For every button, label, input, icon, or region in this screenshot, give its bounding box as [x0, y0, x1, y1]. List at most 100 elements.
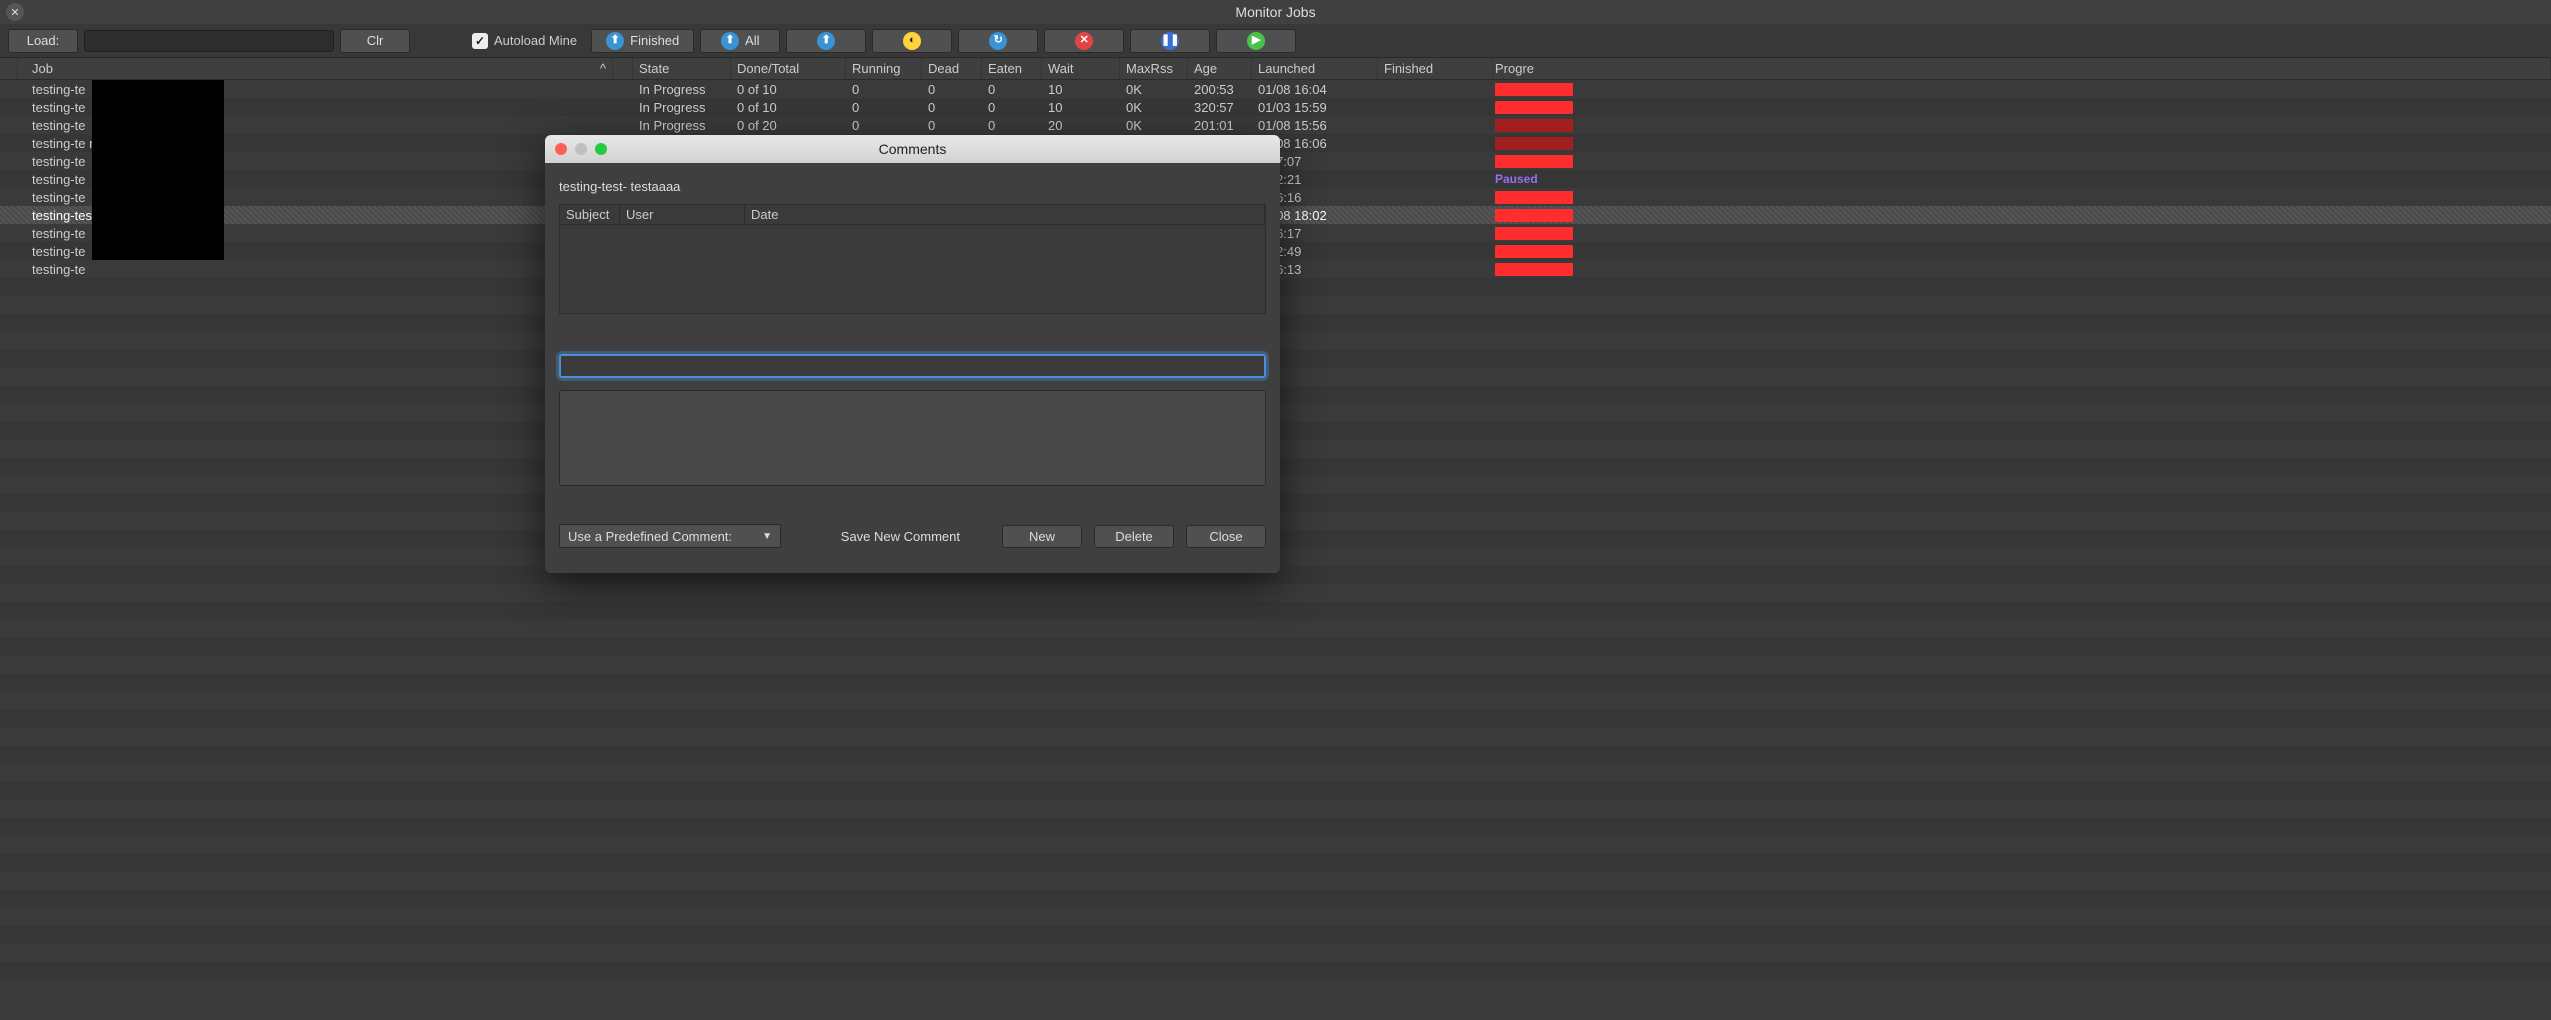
- table-header: Job ^ State Done/Total Running Dead Eate…: [0, 58, 2551, 80]
- col-subject[interactable]: Subject: [560, 205, 620, 224]
- col-date[interactable]: Date: [745, 205, 1265, 224]
- progress-bar: [1495, 227, 1573, 240]
- cell: testing-te: [18, 262, 613, 277]
- empty-row: [0, 836, 2551, 854]
- cell: In Progress: [633, 82, 731, 97]
- cell: 01/08 16:04: [1252, 82, 1378, 97]
- play-button[interactable]: ▶: [1216, 29, 1296, 53]
- empty-row: [0, 800, 2551, 818]
- table-row[interactable]: testing-teIn Progress0 of 10000100K320:5…: [0, 98, 2551, 116]
- cell: 0: [982, 100, 1042, 115]
- progress-bar: [1495, 209, 1573, 222]
- refresh-button[interactable]: ↻: [958, 29, 1038, 53]
- load-button[interactable]: Load:: [8, 29, 78, 53]
- subject-input[interactable]: [559, 354, 1266, 378]
- progress-cell: [1493, 119, 2551, 132]
- empty-row: [0, 890, 2551, 908]
- empty-row: [0, 854, 2551, 872]
- cell: 0: [846, 118, 922, 133]
- gutter-header: [0, 58, 18, 79]
- col-finished[interactable]: Finished: [1378, 58, 1493, 79]
- window-titlebar: ✕ Monitor Jobs: [0, 0, 2551, 24]
- empty-row: [0, 926, 2551, 944]
- cell: 201:01: [1188, 118, 1252, 133]
- progress-cell: [1493, 209, 2551, 222]
- cell: 200:53: [1188, 82, 1252, 97]
- upload-icon: ⬆: [817, 32, 835, 50]
- empty-row: [0, 944, 2551, 962]
- empty-row: [0, 818, 2551, 836]
- cell: 320:57: [1188, 100, 1252, 115]
- col-maxrss[interactable]: MaxRss: [1120, 58, 1188, 79]
- dialog-titlebar[interactable]: Comments: [545, 135, 1280, 163]
- empty-row: [0, 962, 2551, 980]
- col-done[interactable]: Done/Total: [731, 58, 846, 79]
- chevron-down-icon: ▼: [762, 531, 772, 542]
- progress-cell: [1493, 155, 2551, 168]
- col-progress[interactable]: Progre: [1493, 58, 2551, 79]
- cell: 20: [1042, 118, 1120, 133]
- col-dead[interactable]: Dead: [922, 58, 982, 79]
- cell: 0: [982, 82, 1042, 97]
- cell: 01/03 15:59: [1252, 100, 1378, 115]
- clr-button[interactable]: Clr: [340, 29, 410, 53]
- pacman-icon: ◐: [903, 32, 921, 50]
- pause-button[interactable]: ❚❚: [1130, 29, 1210, 53]
- cell: 0: [982, 118, 1042, 133]
- cell: 0K: [1120, 82, 1188, 97]
- progress-cell: [1493, 83, 2551, 96]
- col-launched[interactable]: Launched: [1252, 58, 1378, 79]
- refresh-icon: ↻: [989, 32, 1007, 50]
- close-button[interactable]: Close: [1186, 525, 1266, 548]
- paused-label: Paused: [1495, 172, 1538, 186]
- cell: 0K: [1120, 118, 1188, 133]
- comment-textarea[interactable]: [559, 390, 1266, 486]
- empty-row: [0, 710, 2551, 728]
- col-age[interactable]: Age: [1188, 58, 1252, 79]
- progress-bar: [1495, 83, 1573, 96]
- upload-icon: ⬆: [606, 32, 624, 50]
- autoload-checkbox[interactable]: ✓: [472, 33, 488, 49]
- col-running[interactable]: Running: [846, 58, 922, 79]
- cell: 0: [922, 118, 982, 133]
- empty-row: [0, 764, 2551, 782]
- pacman-button[interactable]: ◐: [872, 29, 952, 53]
- kill-button[interactable]: ✕: [1044, 29, 1124, 53]
- comments-list[interactable]: [559, 224, 1266, 314]
- col-job[interactable]: Job ^: [18, 58, 613, 79]
- play-icon: ▶: [1247, 32, 1265, 50]
- progress-cell: [1493, 101, 2551, 114]
- blue-action-button[interactable]: ⬆: [786, 29, 866, 53]
- progress-bar: [1495, 137, 1573, 150]
- progress-bar: [1495, 191, 1573, 204]
- pause-icon: ❚❚: [1161, 32, 1179, 50]
- cell: 0 of 10: [731, 100, 846, 115]
- save-new-comment-button[interactable]: Save New Comment: [841, 529, 960, 544]
- col-user[interactable]: User: [620, 205, 745, 224]
- cell: In Progress: [633, 100, 731, 115]
- col-state[interactable]: State: [633, 58, 731, 79]
- progress-bar: [1495, 245, 1573, 258]
- empty-row: [0, 908, 2551, 926]
- empty-row: [0, 746, 2551, 764]
- new-button[interactable]: New: [1002, 525, 1082, 548]
- x-icon: ✕: [1075, 32, 1093, 50]
- table-row[interactable]: testing-teIn Progress0 of 10000100K200:5…: [0, 80, 2551, 98]
- col-blank[interactable]: [613, 58, 633, 79]
- load-input[interactable]: [84, 30, 334, 52]
- window-title: Monitor Jobs: [0, 4, 2551, 20]
- finished-button[interactable]: ⬆ Finished: [591, 29, 694, 53]
- comments-dialog: Comments testing-test- testaaaa Subject …: [545, 135, 1280, 573]
- cell: 01/08 15:56: [1252, 118, 1378, 133]
- col-eaten[interactable]: Eaten: [982, 58, 1042, 79]
- table-row[interactable]: testing-teIn Progress0 of 20000200K201:0…: [0, 116, 2551, 134]
- dialog-jobname: testing-test- testaaaa: [559, 173, 1266, 204]
- sort-indicator-icon: ^: [600, 61, 606, 76]
- delete-button[interactable]: Delete: [1094, 525, 1174, 548]
- cell: In Progress: [633, 118, 731, 133]
- all-button[interactable]: ⬆ All: [700, 29, 780, 53]
- col-wait[interactable]: Wait: [1042, 58, 1120, 79]
- dialog-footer: Use a Predefined Comment: ▼ Save New Com…: [559, 524, 1266, 548]
- predefined-comment-select[interactable]: Use a Predefined Comment: ▼: [559, 524, 781, 548]
- empty-row: [0, 782, 2551, 800]
